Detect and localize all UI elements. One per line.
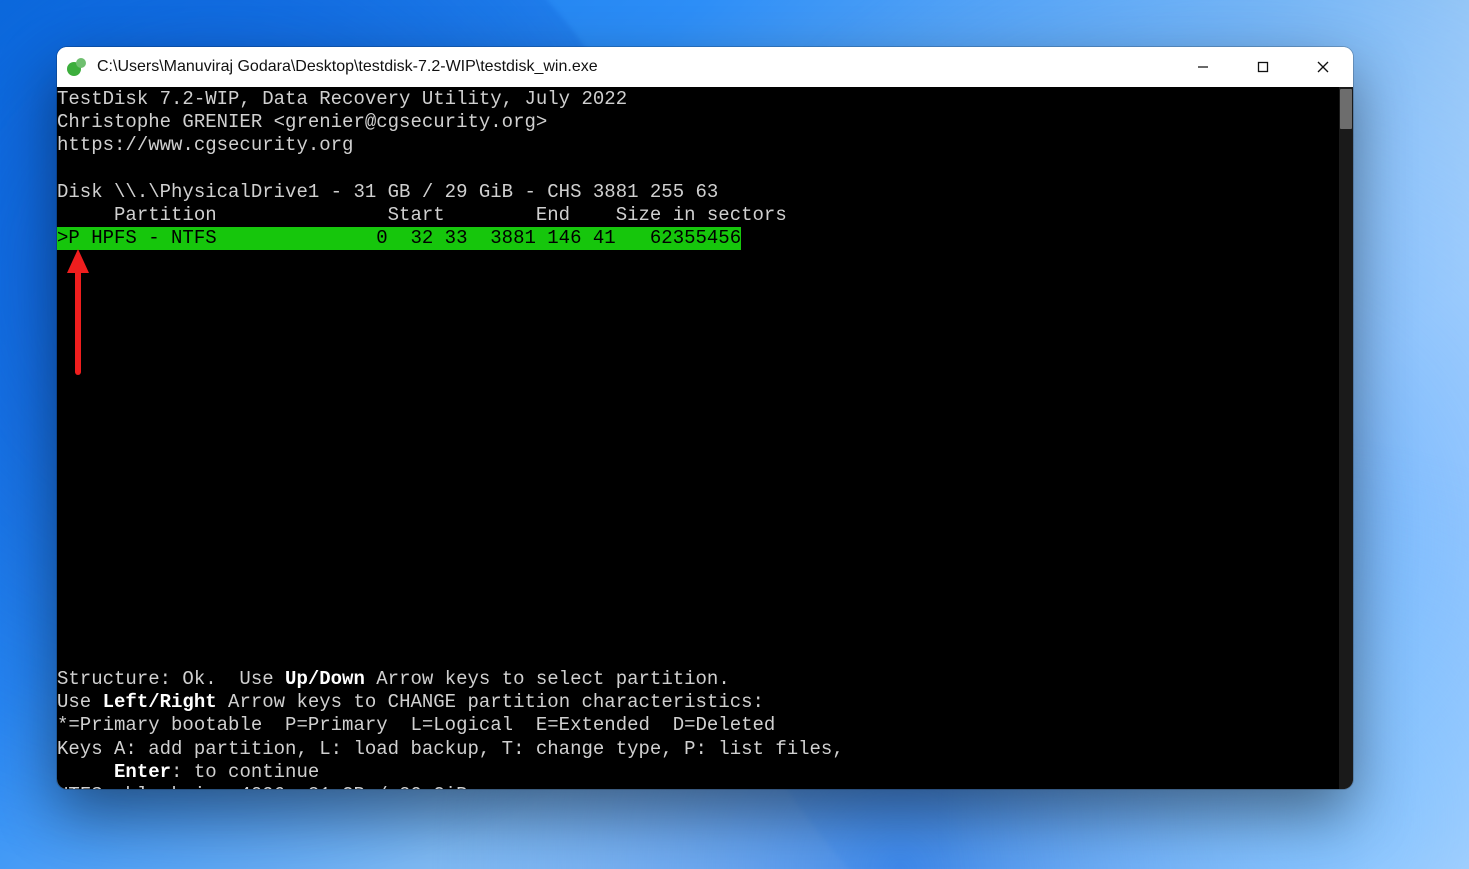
legend-line: *=Primary bootable P=Primary L=Logical E… <box>57 714 775 736</box>
selected-partition-row[interactable]: >P HPFS - NTFS 0 32 33 3881 146 41 62355… <box>57 227 741 250</box>
scrollbar-thumb[interactable] <box>1340 89 1352 129</box>
change-chars-line: Use Left/Right Arrow keys to CHANGE part… <box>57 691 764 713</box>
url-line: https://www.cgsecurity.org <box>57 134 353 156</box>
partition-table-header: Partition Start End Size in sectors <box>57 204 787 226</box>
app-window: C:\Users\Manuviraj Godara\Desktop\testdi… <box>57 47 1353 789</box>
author-line: Christophe GRENIER <grenier@cgsecurity.o… <box>57 111 547 133</box>
console-area[interactable]: TestDisk 7.2-WIP, Data Recovery Utility,… <box>57 87 1353 789</box>
minimize-icon <box>1197 61 1209 73</box>
minimize-button[interactable] <box>1173 47 1233 87</box>
window-controls <box>1173 47 1353 87</box>
keys-help-line: Keys A: add partition, L: load backup, T… <box>57 738 844 760</box>
enter-continue-line: Enter: to continue <box>57 761 319 783</box>
console-text: TestDisk 7.2-WIP, Data Recovery Utility,… <box>57 87 1339 789</box>
close-icon <box>1317 61 1329 73</box>
structure-line: Structure: Ok. Use Up/Down Arrow keys to… <box>57 668 730 690</box>
titlebar[interactable]: C:\Users\Manuviraj Godara\Desktop\testdi… <box>57 47 1353 87</box>
filesystem-info-line: NTFS, blocksize=4096, 31 GB / 29 GiB <box>57 784 467 789</box>
app-icon <box>67 57 87 77</box>
close-button[interactable] <box>1293 47 1353 87</box>
window-title: C:\Users\Manuviraj Godara\Desktop\testdi… <box>97 58 598 76</box>
app-header-line: TestDisk 7.2-WIP, Data Recovery Utility,… <box>57 88 627 110</box>
maximize-icon <box>1257 61 1269 73</box>
disk-info-line: Disk \\.\PhysicalDrive1 - 31 GB / 29 GiB… <box>57 181 718 203</box>
maximize-button[interactable] <box>1233 47 1293 87</box>
console-scrollbar[interactable] <box>1339 87 1353 789</box>
